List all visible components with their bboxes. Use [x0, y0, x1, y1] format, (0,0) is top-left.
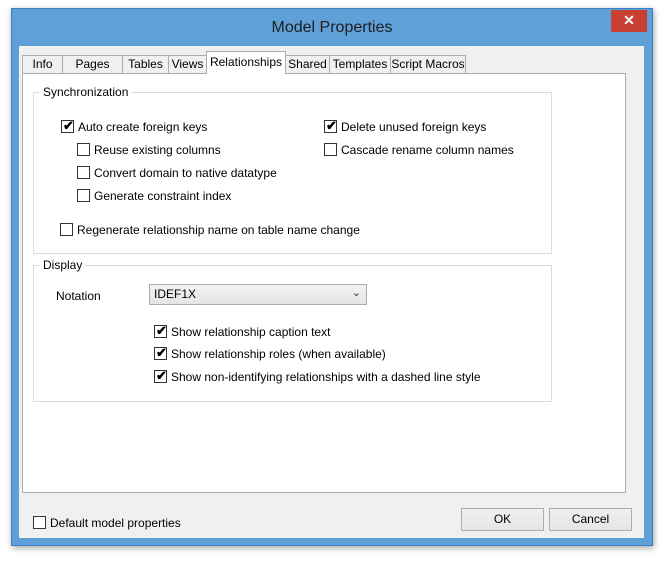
tab-script-macros[interactable]: Script Macros	[390, 55, 466, 73]
ok-button[interactable]: OK	[461, 508, 544, 531]
close-icon: ✕	[623, 12, 635, 28]
display-group: Display Notation IDEF1X ⌄ ✔ Show relatio…	[33, 258, 552, 402]
cascade-rename-label: Cascade rename column names	[341, 143, 514, 157]
tab-relationships[interactable]: Relationships	[206, 51, 286, 74]
check-icon: ✔	[156, 368, 167, 383]
constraint-index-label: Generate constraint index	[94, 189, 232, 203]
tab-info[interactable]: Info	[22, 55, 63, 73]
relationships-page: Synchronization ✔ Auto create foreign ke…	[22, 73, 626, 493]
checkbox-box	[60, 223, 73, 236]
dialog-window: Model Properties ✕ Info Pages Tables Vie…	[11, 8, 653, 546]
tab-bar: Info Pages Tables Views Relationships Sh…	[19, 46, 644, 76]
tab-shared[interactable]: Shared	[285, 55, 330, 73]
check-icon: ✔	[156, 345, 167, 360]
delete-unused-fk-label: Delete unused foreign keys	[341, 120, 487, 134]
tab-templates[interactable]: Templates	[329, 55, 391, 73]
checkbox-box: ✔	[324, 118, 337, 133]
close-button[interactable]: ✕	[611, 10, 647, 32]
notation-value: IDEF1X	[154, 287, 197, 301]
checkbox-box: ✔	[154, 323, 167, 338]
check-icon: ✔	[63, 118, 74, 133]
notation-label: Notation	[56, 289, 101, 303]
show-caption-label: Show relationship caption text	[171, 325, 331, 339]
checkbox-box: ✔	[154, 345, 167, 360]
window-title: Model Properties	[271, 19, 393, 36]
checkbox-box: ✔	[61, 118, 74, 133]
checkbox-box	[33, 516, 46, 529]
regen-name-label: Regenerate relationship name on table na…	[77, 223, 360, 237]
check-icon: ✔	[156, 323, 167, 338]
show-dashed-label: Show non-identifying relationships with …	[171, 370, 481, 384]
display-label: Display	[40, 258, 86, 272]
checkbox-box	[324, 143, 337, 156]
synchronization-group: Synchronization ✔ Auto create foreign ke…	[33, 85, 552, 254]
checkbox-box: ✔	[154, 368, 167, 383]
checkbox-box	[77, 143, 90, 156]
dialog-client: Info Pages Tables Views Relationships Sh…	[19, 46, 644, 538]
tab-pages[interactable]: Pages	[62, 55, 123, 73]
reuse-columns-label: Reuse existing columns	[94, 143, 221, 157]
cancel-button[interactable]: Cancel	[549, 508, 632, 531]
notation-select[interactable]: IDEF1X ⌄	[149, 284, 367, 305]
chevron-down-icon: ⌄	[351, 287, 361, 299]
checkbox-box	[77, 189, 90, 202]
convert-domain-label: Convert domain to native datatype	[94, 166, 277, 180]
tab-views[interactable]: Views	[168, 55, 207, 73]
checkbox-box	[77, 166, 90, 179]
synchronization-label: Synchronization	[40, 85, 132, 99]
auto-create-fk-label: Auto create foreign keys	[78, 120, 208, 134]
show-roles-label: Show relationship roles (when available)	[171, 347, 386, 361]
tab-tables[interactable]: Tables	[122, 55, 169, 73]
check-icon: ✔	[326, 118, 337, 133]
default-model-properties-label: Default model properties	[50, 516, 181, 530]
